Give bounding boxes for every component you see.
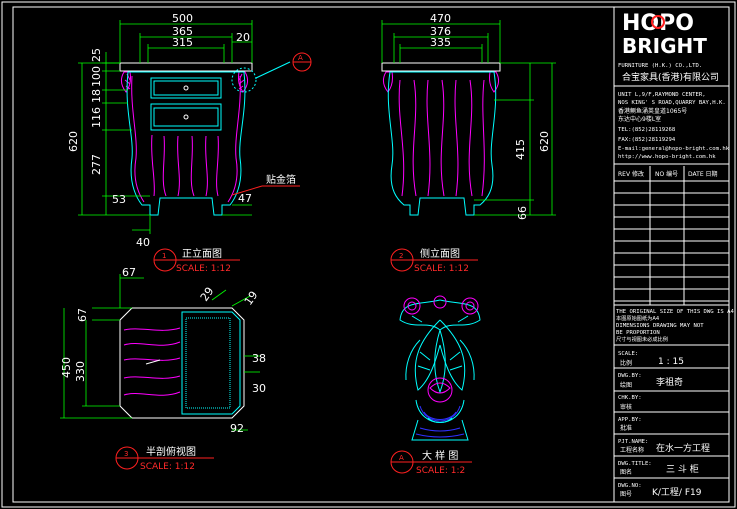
side-dim-335: 335 bbox=[430, 36, 451, 49]
section-view-label: 3 半剖俯视图 SCALE: 1:12 bbox=[115, 445, 214, 472]
dwg-by-value: 李祖奇 bbox=[656, 376, 683, 388]
section-view-title: 半剖俯视图 bbox=[146, 445, 196, 458]
date-header: DATE 日期 bbox=[688, 170, 718, 178]
logo-top-text: HOPO bbox=[622, 11, 694, 36]
section-view-scale: SCALE: 1:12 bbox=[140, 462, 195, 472]
rev-header: REV 修改 bbox=[618, 170, 644, 178]
svg-text:1: 1 bbox=[162, 252, 166, 260]
app-by-label-cn: 批准 bbox=[620, 424, 632, 432]
scale-value: 1 : 15 bbox=[658, 357, 684, 367]
svg-text:2: 2 bbox=[399, 252, 403, 260]
chk-by-label: CHK.BY: bbox=[618, 395, 642, 401]
section-dim-92: 92 bbox=[230, 422, 244, 435]
email-line: E-mail:general@hopo-bright.com.hk bbox=[618, 146, 730, 152]
side-dim-620: 620 bbox=[538, 131, 551, 152]
company-name-cn: 合宝家具(香港)有限公司 bbox=[622, 71, 719, 83]
detail-view-label: A 大 样 图 SCALE: 1:2 bbox=[390, 449, 472, 476]
dim-width-315: 315 bbox=[172, 36, 193, 49]
company-logo: HOPO BRIGHT bbox=[622, 11, 707, 58]
dwg-title-label-cn: 图名 bbox=[620, 468, 632, 476]
dim-277: 277 bbox=[90, 154, 103, 175]
front-elevation-view: 500 365 315 20 47 40 25 100 18 116 277 5… bbox=[67, 12, 312, 274]
side-view-scale: SCALE: 1:12 bbox=[414, 264, 469, 274]
dwg-title-label: DWG.TITLE: bbox=[618, 461, 652, 467]
no-header: NO 编号 bbox=[655, 170, 678, 178]
dwg-title-value: 三 斗 柜 bbox=[666, 463, 699, 475]
address-line-2: NOS KING' S ROAD,QUARRY BAY,H.K. bbox=[618, 100, 726, 106]
front-view-label: 1 正立面图 SCALE: 1:12 bbox=[153, 247, 240, 274]
side-elevation-view: 470 376 335 415 620 66 2 侧立面图 SCALE: 1:1… bbox=[381, 12, 556, 274]
title-block: HOPO BRIGHT FURNITURE (H.K.) CO.,LTD. 合宝… bbox=[613, 7, 735, 502]
fax-line: FAX:(852)28119294 bbox=[618, 137, 676, 143]
dim-100: 100 bbox=[90, 66, 103, 87]
gold-leaf-note: 贴金箔 bbox=[266, 173, 296, 186]
notice-line-4: BE PROPORTION bbox=[616, 330, 660, 336]
dim-53: 53 bbox=[112, 193, 126, 206]
section-dim-19: 19 bbox=[242, 289, 261, 308]
side-dim-415: 415 bbox=[514, 139, 527, 160]
front-view-title: 正立面图 bbox=[182, 247, 222, 260]
dim-overhang-20: 20 bbox=[236, 31, 250, 44]
scale-label-cn: 比例 bbox=[620, 359, 632, 367]
address-line-4: 东达中心9楼L室 bbox=[618, 115, 661, 123]
logo-bottom-text: BRIGHT bbox=[622, 34, 707, 58]
company-name-en: FURNITURE (H.K.) CO.,LTD. bbox=[618, 63, 702, 69]
notice-line-3: DIMENSIONS DRAWING MAY NOT bbox=[616, 323, 704, 329]
web-line: http://www.hopo-bright.com.hk bbox=[618, 154, 716, 160]
dim-width-500: 500 bbox=[172, 12, 193, 25]
notice-line-2: 本图原始图纸为A4 bbox=[616, 314, 660, 322]
half-section-top-view: 67 67 450 330 29 19 38 30 92 3 半剖俯视图 SCA… bbox=[60, 266, 266, 472]
detail-view-title: 大 样 图 bbox=[422, 449, 458, 462]
carved-corner-left bbox=[120, 71, 131, 93]
carving-detail-view: A 大 样 图 SCALE: 1:2 bbox=[390, 295, 481, 476]
tel-line: TEL:(852)28119268 bbox=[618, 127, 676, 133]
section-dim-30: 30 bbox=[252, 382, 266, 395]
dim-total-620: 620 bbox=[67, 131, 80, 152]
dwg-by-label-cn: 绘图 bbox=[620, 381, 632, 389]
svg-text:3: 3 bbox=[124, 450, 128, 458]
dim-18: 18 bbox=[90, 89, 103, 103]
section-dim-330: 330 bbox=[74, 361, 87, 382]
cad-drawing-sheet: HOPO BRIGHT FURNITURE (H.K.) CO.,LTD. 合宝… bbox=[1, 1, 736, 508]
dwg-no-label: DWG.NO: bbox=[618, 483, 642, 489]
project-label: PJT.NAME: bbox=[618, 439, 648, 445]
svg-text:A: A bbox=[399, 454, 404, 462]
side-view-label: 2 侧立面图 SCALE: 1:12 bbox=[390, 247, 478, 274]
side-dim-470: 470 bbox=[430, 12, 451, 25]
address-line-1: UNIT L,9/F,RAYMOND CENTER, bbox=[618, 92, 706, 98]
dim-25: 25 bbox=[90, 48, 103, 62]
callout-a-label: A bbox=[298, 54, 303, 62]
front-view-scale: SCALE: 1:12 bbox=[176, 264, 231, 274]
section-dim-29: 29 bbox=[198, 285, 217, 304]
dwg-no-label-cn: 图号 bbox=[620, 491, 632, 498]
dwg-no-value: K/工程/ F19 bbox=[652, 487, 702, 498]
section-dim-67-side: 67 bbox=[76, 308, 89, 322]
chk-by-label-cn: 审核 bbox=[620, 403, 632, 411]
notice-block: THE ORIGINAL SIZE OF THIS DWG IS A4 本图原始… bbox=[616, 309, 735, 343]
dim-bottom-40: 40 bbox=[136, 236, 150, 249]
app-by-label: APP.BY: bbox=[618, 417, 642, 423]
project-value: 在水一方工程 bbox=[656, 442, 710, 454]
section-dim-38: 38 bbox=[252, 352, 266, 365]
notice-line-1: THE ORIGINAL SIZE OF THIS DWG IS A4 bbox=[616, 309, 735, 315]
scale-label: SCALE: bbox=[618, 351, 638, 357]
project-label-cn: 工程名称 bbox=[620, 446, 644, 454]
revision-table: REV 修改 NO 编号 DATE 日期 bbox=[614, 166, 729, 305]
side-view-title: 侧立面图 bbox=[420, 247, 460, 260]
section-dim-67-top: 67 bbox=[122, 266, 136, 279]
dwg-by-label: DWG.BY: bbox=[618, 373, 642, 379]
notice-line-5: 尺寸与视图未必成比例 bbox=[616, 335, 668, 343]
detail-view-scale: SCALE: 1:2 bbox=[416, 466, 465, 476]
address-line-3: 香港鲗鱼涌英皇道1065号 bbox=[618, 107, 687, 115]
dim-leg-47: 47 bbox=[238, 192, 252, 205]
section-dim-450: 450 bbox=[60, 357, 73, 378]
dim-116: 116 bbox=[90, 107, 103, 128]
side-dim-66: 66 bbox=[516, 206, 529, 220]
